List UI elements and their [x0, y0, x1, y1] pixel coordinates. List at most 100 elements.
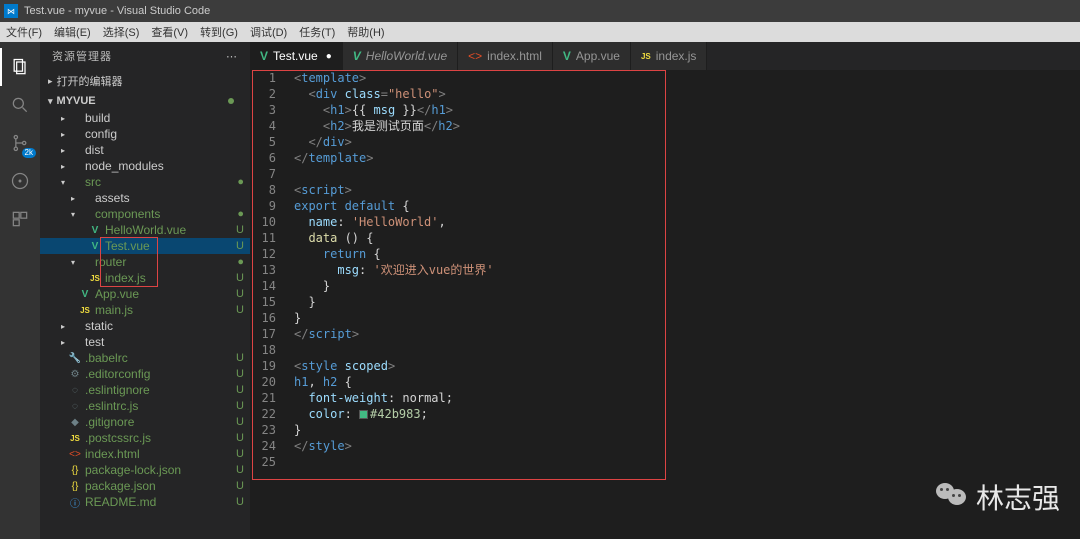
window-title: Test.vue - myvue - Visual Studio Code	[24, 5, 210, 17]
code-line[interactable]: <h1>{{ msg }}</h1>	[294, 102, 1080, 118]
tree-item[interactable]: <>index.htmlU	[40, 446, 250, 462]
tree-item[interactable]: ⚙.editorconfigU	[40, 366, 250, 382]
section-project[interactable]: ▾MYVUE	[40, 92, 250, 110]
activity-debug[interactable]	[0, 162, 40, 200]
code-line[interactable]: <h2>我是测试页面</h2>	[294, 118, 1080, 134]
tree-item[interactable]: ▸test	[40, 334, 250, 350]
code-line[interactable]: </script>	[294, 326, 1080, 342]
js-file-icon: JS	[88, 274, 102, 283]
editor-tab[interactable]: V App.vue	[553, 42, 631, 70]
git-status-badge: U	[236, 432, 244, 444]
tree-item[interactable]: JSmain.jsU	[40, 302, 250, 318]
tree-item-label: assets	[95, 191, 130, 205]
code-line[interactable]: </template>	[294, 150, 1080, 166]
code-line[interactable]: name: 'HelloWorld',	[294, 214, 1080, 230]
git-status-badge: U	[236, 448, 244, 460]
tree-item[interactable]: ◌.eslintignoreU	[40, 382, 250, 398]
code-line[interactable]: font-weight: normal;	[294, 390, 1080, 406]
tree-item-label: .editorconfig	[85, 367, 150, 381]
tree-item[interactable]: ▸ assets	[40, 190, 250, 206]
js-file-icon: JS	[78, 306, 92, 315]
tree-item[interactable]: JS.postcssrc.js U	[40, 430, 250, 446]
md-file-icon: ⓘ	[68, 495, 82, 510]
tree-item[interactable]: ⓘREADME.mdU	[40, 494, 250, 510]
git-status-badge: U	[236, 224, 244, 236]
activity-search[interactable]	[0, 86, 40, 124]
tree-item[interactable]: 🔧.babelrcU	[40, 350, 250, 366]
tree-item[interactable]: {}package-lock.jsonU	[40, 462, 250, 478]
editor-tab[interactable]: VHelloWorld.vue	[343, 42, 458, 70]
code-line[interactable]: <template>	[294, 70, 1080, 86]
editor-tab[interactable]: VTest.vue	[250, 42, 343, 70]
code-line[interactable]: }	[294, 278, 1080, 294]
code-line[interactable]: color: #42b983;	[294, 406, 1080, 422]
menu-item[interactable]: 编辑(E)	[48, 22, 97, 42]
tree-item[interactable]: ▾router●	[40, 254, 250, 270]
code-line[interactable]: }	[294, 294, 1080, 310]
code-line[interactable]: }	[294, 422, 1080, 438]
activity-extensions[interactable]	[0, 200, 40, 238]
tree-item[interactable]: ▾src●	[40, 174, 250, 190]
tree-item[interactable]: ◆.gitignoreU	[40, 414, 250, 430]
activity-explorer[interactable]	[0, 48, 40, 86]
menubar: 文件(F)编辑(E)选择(S)查看(V)转到(G)调试(D)任务(T)帮助(H)	[0, 22, 1080, 42]
twistie-icon: ▸	[58, 162, 68, 171]
code-line[interactable]	[294, 166, 1080, 182]
tree-item[interactable]: ▸build	[40, 110, 250, 126]
tree-item[interactable]: VApp.vueU	[40, 286, 250, 302]
git-status-badge: U	[236, 288, 244, 300]
code-line[interactable]: msg: '欢迎进入vue的世界'	[294, 262, 1080, 278]
tree-item[interactable]: ▸static	[40, 318, 250, 334]
code-line[interactable]: h1, h2 {	[294, 374, 1080, 390]
git-status-badge: U	[236, 496, 244, 508]
tab-label: App.vue	[576, 49, 620, 63]
tree-item[interactable]: VTest.vueU	[40, 238, 250, 254]
activity-scm[interactable]: 2k	[0, 124, 40, 162]
tree-item-label: config	[85, 127, 117, 141]
line-number: 5	[250, 134, 276, 150]
menu-item[interactable]: 帮助(H)	[341, 22, 390, 42]
sidebar-title: 资源管理器 ⋯	[40, 42, 250, 70]
git-status-badge: U	[236, 272, 244, 284]
menu-item[interactable]: 调试(D)	[244, 22, 293, 42]
code-line[interactable]: return {	[294, 246, 1080, 262]
section-open-editors[interactable]: ▸打开的编辑器	[40, 70, 250, 92]
tree-item-label: .eslintignore	[85, 383, 150, 397]
menu-item[interactable]: 任务(T)	[293, 22, 341, 42]
tree-item[interactable]: ▸config	[40, 126, 250, 142]
tree-item-label: .postcssrc.js	[85, 431, 151, 445]
git-status-badge: U	[236, 480, 244, 492]
tree-item[interactable]: ▸node_modules	[40, 158, 250, 174]
tree-item-label: package.json	[85, 479, 156, 493]
code-line[interactable]: data () {	[294, 230, 1080, 246]
tree-item[interactable]: ▸dist	[40, 142, 250, 158]
code-line[interactable]	[294, 342, 1080, 358]
js-file-icon: JS	[68, 434, 82, 443]
code-line[interactable]: <style scoped>	[294, 358, 1080, 374]
tree-item[interactable]: VHelloWorld.vueU	[40, 222, 250, 238]
tree-item[interactable]: JSindex.jsU	[40, 270, 250, 286]
code-line[interactable]: </style>	[294, 438, 1080, 454]
vue-file-icon: V	[563, 49, 571, 63]
sidebar-more-icon[interactable]: ⋯	[226, 50, 238, 63]
line-number: 3	[250, 102, 276, 118]
code-line[interactable]: <script>	[294, 182, 1080, 198]
tree-item[interactable]: ▾components●	[40, 206, 250, 222]
twistie-icon: ▸	[68, 194, 78, 203]
code-line[interactable]: <div class="hello">	[294, 86, 1080, 102]
editor-tab[interactable]: <>index.html	[458, 42, 553, 70]
code-line[interactable]: </div>	[294, 134, 1080, 150]
line-number: 21	[250, 390, 276, 406]
menu-item[interactable]: 查看(V)	[145, 22, 194, 42]
menu-item[interactable]: 文件(F)	[0, 22, 48, 42]
tree-item[interactable]: {}package.jsonU	[40, 478, 250, 494]
git-status-badge: U	[236, 352, 244, 364]
code-line[interactable]: }	[294, 310, 1080, 326]
tree-item[interactable]: ◌.eslintrc.jsU	[40, 398, 250, 414]
code-line[interactable]: export default {	[294, 198, 1080, 214]
menu-item[interactable]: 转到(G)	[194, 22, 244, 42]
editor-tab[interactable]: JSindex.js	[631, 42, 707, 70]
code-line[interactable]	[294, 454, 1080, 470]
menu-item[interactable]: 选择(S)	[97, 22, 146, 42]
code-content[interactable]: <template> <div class="hello"> <h1>{{ ms…	[286, 70, 1080, 539]
